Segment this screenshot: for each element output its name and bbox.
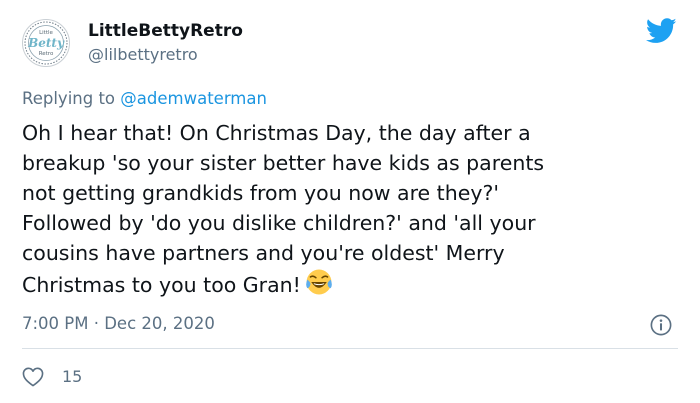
- svg-text:Retro: Retro: [39, 51, 54, 57]
- avatar-logo-icon: Little Betty Retro: [24, 21, 68, 65]
- like-count[interactable]: 15: [62, 366, 82, 388]
- tweet-text-line: breakup 'so your sister better have kids…: [22, 151, 545, 175]
- tweet-text: Oh I hear that! On Christmas Day, the da…: [22, 118, 682, 300]
- tweet-text-last-line: Christmas to you too Gran!: [22, 268, 682, 300]
- tweet-card: Little Betty Retro LittleBettyRetro @lil…: [0, 0, 700, 403]
- tweet-text-line: Christmas to you too Gran!: [22, 273, 301, 297]
- tweet-text-line: not getting grandkids from you now are t…: [22, 181, 499, 205]
- reply-to-handle-link[interactable]: @ademwaterman: [120, 89, 267, 108]
- tweet-text-line: Oh I hear that! On Christmas Day, the da…: [22, 121, 531, 145]
- user-handle[interactable]: @lilbettyretro: [88, 45, 198, 65]
- divider: [22, 348, 678, 349]
- tweet-text-line: Followed by 'do you dislike children?' a…: [22, 211, 536, 235]
- twitter-bird-icon[interactable]: [646, 17, 677, 45]
- replying-to-prefix: Replying to: [22, 89, 116, 108]
- laughing-tears-emoji: [306, 269, 332, 295]
- avatar[interactable]: Little Betty Retro: [22, 19, 70, 67]
- tweet-timestamp[interactable]: 7:00 PM · Dec 20, 2020: [22, 313, 215, 335]
- info-icon[interactable]: [650, 314, 672, 336]
- display-name[interactable]: LittleBettyRetro: [88, 20, 243, 42]
- tweet-text-line: cousins have partners and you're oldest'…: [22, 241, 505, 265]
- replying-to: Replying to @ademwaterman: [22, 88, 267, 110]
- svg-text:Betty: Betty: [27, 36, 65, 50]
- heart-icon[interactable]: [22, 367, 44, 387]
